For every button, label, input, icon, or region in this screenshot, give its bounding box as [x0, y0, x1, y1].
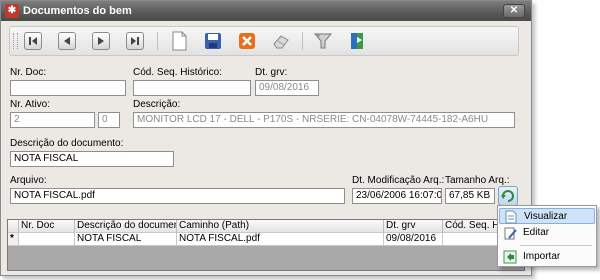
- menu-item-importar[interactable]: Importar: [499, 249, 595, 265]
- app-icon: ✱: [5, 4, 19, 18]
- new-document-button[interactable]: [168, 30, 190, 52]
- last-icon: [126, 32, 144, 50]
- toolbar-grip[interactable]: [13, 33, 18, 49]
- nr-ativo-sub-field[interactable]: 0: [98, 112, 120, 128]
- title-bar: ✱ Documentos do bem ✕: [1, 1, 531, 21]
- last-record-button[interactable]: [124, 30, 146, 52]
- cell-descricao[interactable]: NOTA FISCAL: [75, 233, 177, 246]
- dt-modificacao-label: Dt. Modificação Arq.:: [352, 175, 445, 186]
- new-document-icon: [172, 31, 187, 51]
- toolbar-separator: [157, 32, 158, 50]
- filter-icon: [313, 33, 333, 49]
- tamanho-label: Tamanho Arq.:: [445, 175, 510, 186]
- menu-label-editar: Editar: [523, 227, 550, 238]
- cod-seq-historico-label: Cód. Seq. Histórico:: [133, 67, 222, 78]
- arquivo-field[interactable]: NOTA FISCAL.pdf: [10, 188, 345, 204]
- next-record-button[interactable]: [90, 30, 112, 52]
- delete-button[interactable]: [270, 30, 292, 52]
- row-indicator: *: [8, 233, 19, 246]
- nr-doc-field[interactable]: [10, 80, 126, 96]
- descricao-documento-field[interactable]: NOTA FISCAL: [10, 151, 174, 167]
- nr-ativo-field[interactable]: 2: [10, 112, 95, 128]
- cell-caminho[interactable]: NOTA FISCAL.pdf: [177, 233, 384, 246]
- exit-button[interactable]: [346, 30, 368, 52]
- cod-seq-historico-field[interactable]: [133, 80, 251, 96]
- dt-grv-label: Dt. grv:: [255, 67, 288, 78]
- column-header-nr-doc[interactable]: Nr. Doc: [19, 220, 75, 233]
- file-context-menu: Visualizar Editar Importar: [497, 205, 597, 267]
- cancel-button[interactable]: [236, 30, 258, 52]
- arquivo-label: Arquivo:: [10, 175, 47, 186]
- table-row[interactable]: * NOTA FISCAL NOTA FISCAL.pdf 09/08/2016: [8, 233, 524, 246]
- save-icon: [205, 33, 221, 49]
- view-document-icon: [505, 210, 517, 224]
- next-icon: [92, 32, 110, 50]
- menu-item-editar[interactable]: Editar: [499, 225, 595, 241]
- previous-record-button[interactable]: [56, 30, 78, 52]
- dt-modificacao-field[interactable]: 23/06/2006 16:07:00: [352, 188, 442, 204]
- close-button[interactable]: ✕: [503, 4, 525, 18]
- toolbar-separator: [302, 32, 303, 50]
- nr-ativo-label: Nr. Ativo:: [10, 99, 51, 110]
- cell-dt-grv[interactable]: 09/08/2016: [384, 233, 443, 246]
- window-title: Documentos do bem: [23, 5, 132, 17]
- cell-nr-doc[interactable]: [19, 233, 75, 246]
- descricao-field[interactable]: MONITOR LCD 17 - DELL - P170S - NRSERIE:…: [133, 112, 515, 128]
- toolbar: [9, 26, 519, 56]
- exit-door-icon: [351, 33, 363, 49]
- descricao-documento-label: Descrição do documento:: [10, 138, 124, 149]
- descricao-label: Descrição:: [133, 99, 181, 110]
- first-icon: [24, 32, 42, 50]
- eraser-icon: [273, 35, 289, 49]
- menu-label-importar: Importar: [523, 251, 561, 262]
- nr-doc-label: Nr. Doc:: [10, 67, 47, 78]
- refresh-file-icon: [501, 190, 514, 202]
- dt-grv-field[interactable]: 09/08/2016: [255, 80, 319, 96]
- column-header-caminho[interactable]: Caminho (Path): [177, 220, 384, 233]
- file-actions-button[interactable]: [498, 186, 518, 206]
- menu-label-visualizar: Visualizar: [524, 211, 568, 222]
- save-button[interactable]: [202, 30, 224, 52]
- filter-button[interactable]: [312, 30, 334, 52]
- cancel-icon: [239, 33, 255, 49]
- previous-icon: [58, 32, 76, 50]
- row-indicator-header: [8, 220, 19, 233]
- column-header-descricao[interactable]: Descrição do documento: [75, 220, 177, 233]
- menu-separator: [520, 245, 592, 246]
- column-header-dt-grv[interactable]: Dt. grv: [384, 220, 443, 233]
- tamanho-field[interactable]: 67,85 KB: [445, 188, 495, 204]
- import-icon: [503, 250, 517, 264]
- menu-item-visualizar[interactable]: Visualizar: [499, 208, 595, 224]
- documentos-window: ✱ Documentos do bem ✕ Nr. Doc: Cód. Seq.…: [0, 0, 532, 276]
- grid-header: Nr. Doc Descrição do documento Caminho (…: [8, 220, 524, 233]
- edit-pencil-icon: [504, 227, 517, 240]
- first-record-button[interactable]: [22, 30, 44, 52]
- documents-grid: Nr. Doc Descrição do documento Caminho (…: [7, 219, 525, 271]
